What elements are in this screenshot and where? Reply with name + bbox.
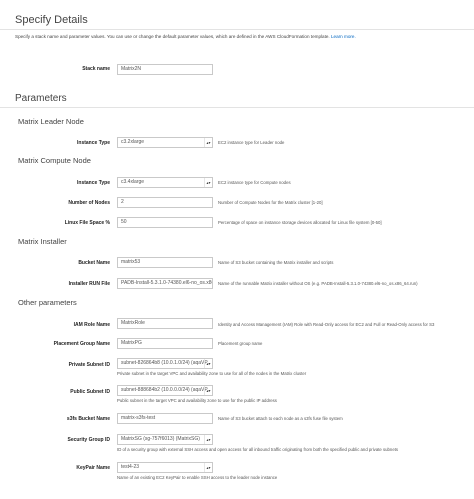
parameters-title: Parameters: [15, 93, 67, 104]
leader-instance-type-desc: EC2 instance type for Leader node: [218, 140, 285, 145]
iam-role-label: IAM Role Name: [73, 322, 110, 328]
page-title: Specify Details: [15, 14, 88, 26]
s3fs-bucket-input[interactable]: matrix-s3fs-test: [117, 413, 213, 424]
section-installer-title: Matrix Installer: [18, 237, 67, 246]
security-group-select[interactable]: MatrixSG (sg-757f6013) (MatrixSG) ▴▾: [117, 434, 213, 445]
section-compute-title: Matrix Compute Node: [18, 156, 91, 165]
compute-instance-type-desc: EC2 instance type for Compute nodes: [218, 180, 291, 185]
private-subnet-desc: Private subnet in the target VPC and ava…: [117, 371, 307, 376]
chevron-down-icon: ▴▾: [204, 138, 212, 147]
security-group-value: MatrixSG (sg-757f6013) (MatrixSG): [121, 436, 200, 442]
linux-space-label: Linux File Space %: [64, 220, 110, 226]
learn-more-link[interactable]: Learn more.: [331, 34, 356, 39]
num-nodes-input[interactable]: 2: [117, 197, 213, 208]
s3fs-bucket-label: s3fs Bucket Name: [66, 416, 110, 422]
private-subnet-label: Private Subnet ID: [68, 362, 110, 368]
installer-run-label: Installer RUN File: [68, 281, 110, 287]
intro-description: Specify a stack name and parameter value…: [15, 34, 330, 39]
security-group-desc: ID of a security group with external SSH…: [117, 447, 399, 452]
intro-text: Specify a stack name and parameter value…: [15, 34, 356, 39]
leader-instance-type-label: Instance Type: [77, 140, 110, 146]
placement-group-desc: Placement group name: [218, 341, 263, 346]
public-subnet-desc: Public subnet in the target VPC and avai…: [117, 398, 277, 403]
bucket-name-input[interactable]: matrix53: [117, 257, 213, 268]
compute-instance-type-select[interactable]: c3.4xlarge ▴▾: [117, 177, 213, 188]
chevron-down-icon: ▴▾: [204, 435, 212, 444]
keypair-label: KeyPair Name: [76, 465, 110, 471]
divider: [0, 107, 474, 108]
chevron-down-icon: ▴▾: [204, 359, 212, 368]
iam-role-input[interactable]: MatrixRole: [117, 318, 213, 329]
leader-instance-type-value: c3.2xlarge: [121, 139, 145, 145]
security-group-label: Security Group ID: [67, 437, 110, 443]
chevron-down-icon: ▴▾: [204, 463, 212, 472]
chevron-down-icon: ▴▾: [204, 178, 212, 187]
public-subnet-select[interactable]: subnet-888684b2 (10.0.0.0/24) (aqaVP… ▴▾: [117, 385, 213, 396]
private-subnet-select[interactable]: subnet-826864b8 (10.0.1.0/24) (aqaVP… ▴▾: [117, 358, 213, 369]
num-nodes-desc: Number of Compute Nodes for the Matrix c…: [218, 200, 323, 205]
keypair-select[interactable]: test4-23 ▴▾: [117, 462, 213, 473]
compute-instance-type-label: Instance Type: [77, 180, 110, 186]
s3fs-bucket-desc: Name of S3 bucket attach to each node as…: [218, 416, 343, 421]
linux-space-desc: Percentage of space on instance storage …: [218, 220, 382, 225]
section-other-title: Other parameters: [18, 298, 77, 307]
leader-instance-type-select[interactable]: c3.2xlarge ▴▾: [117, 137, 213, 148]
section-leader-title: Matrix Leader Node: [18, 117, 84, 126]
divider: [0, 29, 474, 30]
stack-name-label: Stack name: [82, 66, 110, 72]
public-subnet-value: subnet-888684b2 (10.0.0.0/24) (aqaVP…: [121, 387, 209, 393]
placement-group-input[interactable]: MatrixPG: [117, 338, 213, 349]
public-subnet-label: Public Subnet ID: [70, 389, 110, 395]
stack-name-input[interactable]: Matrix2N: [117, 64, 213, 75]
placement-group-label: Placement Group Name: [53, 341, 110, 347]
keypair-desc: Name of an existing EC2 KeyPair to enabl…: [117, 475, 278, 480]
bucket-name-desc: Name of S3 bucket containing the Matrix …: [218, 260, 334, 265]
iam-role-desc: Identity and Access Management (IAM) Rol…: [218, 322, 435, 327]
num-nodes-label: Number of Nodes: [68, 200, 110, 206]
installer-run-desc: Name of the runnable Matrix installer wi…: [218, 281, 418, 286]
chevron-down-icon: ▴▾: [204, 386, 212, 395]
private-subnet-value: subnet-826864b8 (10.0.1.0/24) (aqaVP…: [121, 360, 209, 366]
linux-space-input[interactable]: 50: [117, 217, 213, 228]
compute-instance-type-value: c3.4xlarge: [121, 179, 145, 185]
keypair-value: test4-23: [121, 464, 140, 470]
installer-run-input[interactable]: PADB-Install-5.3.1.0-74380.el6-no_os.x86…: [117, 278, 213, 289]
bucket-name-label: Bucket Name: [78, 260, 110, 266]
